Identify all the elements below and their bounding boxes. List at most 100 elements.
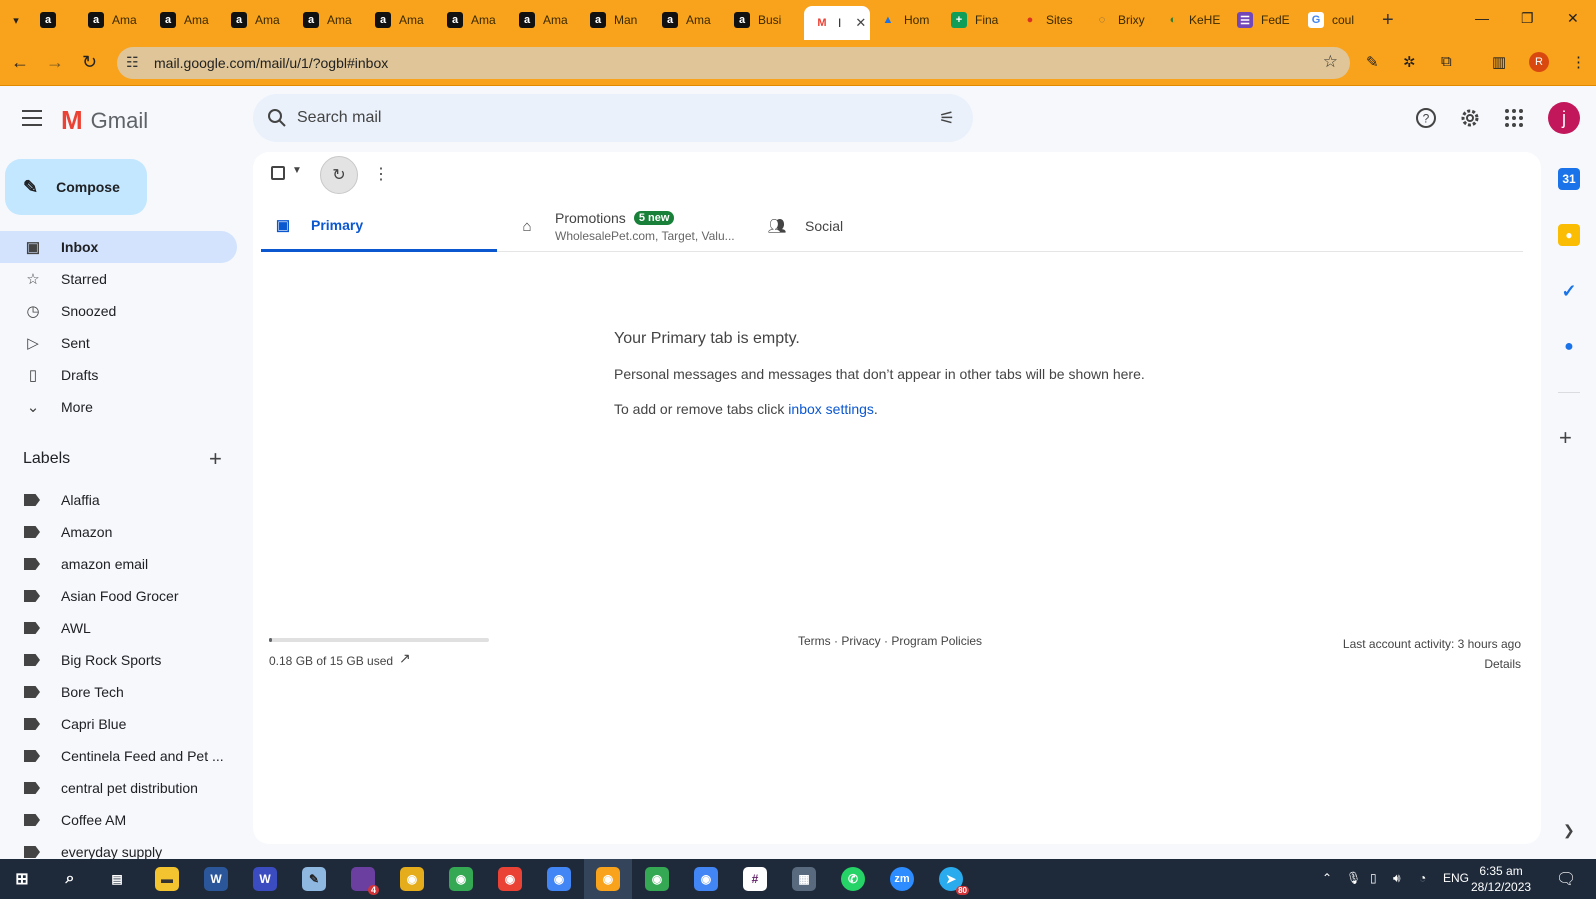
- refresh-icon[interactable]: ↻: [320, 156, 358, 194]
- browser-tab[interactable]: a Ama: [652, 6, 722, 34]
- label-item[interactable]: amazon email: [0, 548, 237, 580]
- browser-menu-icon[interactable]: ⋮: [1571, 53, 1586, 71]
- settings-gear-icon[interactable]: [1458, 106, 1482, 130]
- reload-icon[interactable]: ↻: [82, 52, 97, 73]
- chrome-icon[interactable]: ◉: [449, 867, 473, 891]
- notifications-icon[interactable]: 🗨︎: [1556, 869, 1576, 889]
- privacy-link[interactable]: Privacy: [841, 634, 880, 648]
- chrome-icon[interactable]: ◉: [547, 867, 571, 891]
- label-item[interactable]: Asian Food Grocer: [0, 580, 237, 612]
- microphone-icon[interactable]: 🎙︎: [1346, 871, 1361, 885]
- chrome-icon[interactable]: ◉: [400, 867, 424, 891]
- label-item[interactable]: Coffee AM: [0, 804, 237, 836]
- browser-tab[interactable]: a Ama: [365, 6, 435, 34]
- app-icon[interactable]: ✎: [302, 867, 326, 891]
- search-icon[interactable]: [265, 106, 289, 130]
- chrome-icon[interactable]: ◉: [694, 867, 718, 891]
- sidebar-item-drafts[interactable]: ▯ Drafts: [0, 359, 237, 391]
- wifi-icon[interactable]: ◔: [1419, 871, 1426, 885]
- side-panel-icon[interactable]: ▥: [1492, 53, 1506, 71]
- task-view-icon[interactable]: ▤: [105, 867, 129, 891]
- keep-icon[interactable]: ●: [1558, 224, 1580, 246]
- telegram-icon[interactable]: ➤ 80: [939, 867, 969, 895]
- language-indicator[interactable]: ENG: [1443, 871, 1469, 885]
- browser-tab[interactable]: a: [30, 6, 74, 34]
- label-item[interactable]: Amazon: [0, 516, 237, 548]
- whatsapp-icon[interactable]: ✆: [841, 867, 865, 891]
- calendar-icon[interactable]: 31: [1558, 168, 1580, 190]
- compose-button[interactable]: ✎ Compose: [5, 159, 147, 215]
- battery-icon[interactable]: ▯: [1370, 871, 1377, 885]
- url-text[interactable]: mail.google.com/mail/u/1/?ogbl#inbox: [154, 55, 388, 71]
- program-policies-link[interactable]: Program Policies: [891, 634, 982, 648]
- tab-search-button[interactable]: ▾: [4, 9, 28, 31]
- extension-icon[interactable]: ✲: [1403, 53, 1416, 71]
- browser-tab[interactable]: a Ama: [293, 6, 363, 34]
- extensions-puzzle-icon[interactable]: ⧉: [1441, 53, 1452, 70]
- browser-tab[interactable]: a Ama: [78, 6, 148, 34]
- label-item[interactable]: Bore Tech: [0, 676, 237, 708]
- select-dropdown-icon[interactable]: ▼: [292, 165, 302, 176]
- browser-tab[interactable]: Gcoul: [1298, 6, 1368, 34]
- contacts-icon[interactable]: ●: [1558, 336, 1580, 358]
- app-icon[interactable]: W: [253, 867, 277, 891]
- inbox-settings-link[interactable]: inbox settings: [788, 401, 874, 417]
- system-clock[interactable]: 6:35 am 28/12/2023: [1471, 863, 1531, 895]
- browser-tab[interactable]: ▲ Hom: [870, 6, 940, 34]
- close-window-button[interactable]: ✕: [1567, 10, 1579, 27]
- chrome-icon[interactable]: ◉: [645, 867, 669, 891]
- help-icon[interactable]: ?: [1414, 106, 1438, 130]
- volume-icon[interactable]: 🔊︎: [1393, 871, 1401, 886]
- site-info-icon[interactable]: ☷: [126, 54, 139, 71]
- browser-tab[interactable]: ☰ FedE: [1227, 6, 1297, 34]
- close-tab-icon[interactable]: ✕: [855, 15, 866, 31]
- browser-tab[interactable]: a Busi: [724, 6, 794, 34]
- tab-social[interactable]: 👥︎ Social: [767, 200, 1003, 252]
- label-item[interactable]: Alaffia: [0, 484, 237, 516]
- label-item[interactable]: Capri Blue: [0, 708, 237, 740]
- slack-icon[interactable]: #: [743, 867, 767, 891]
- sidebar-item-sent[interactable]: ▷ Sent: [0, 327, 237, 359]
- tab-primary[interactable]: ▣ Primary: [261, 200, 497, 252]
- external-link-icon[interactable]: ↗: [399, 650, 411, 667]
- terms-link[interactable]: Terms: [798, 634, 831, 648]
- browser-tab[interactable]: a Ama: [509, 6, 579, 34]
- sidebar-item-starred[interactable]: ☆ Starred: [0, 263, 237, 295]
- back-button[interactable]: ←: [11, 52, 29, 73]
- chevron-right-icon[interactable]: ❯: [1563, 822, 1575, 839]
- chrome-icon[interactable]: ◉: [498, 867, 522, 891]
- word-icon[interactable]: W: [204, 867, 228, 891]
- search-icon[interactable]: ⌕: [58, 867, 82, 891]
- browser-tab[interactable]: + Fina: [941, 6, 1011, 34]
- label-item[interactable]: AWL: [0, 612, 237, 644]
- browser-tab[interactable]: a Ama: [437, 6, 507, 34]
- minimize-button[interactable]: —: [1475, 10, 1489, 26]
- create-label-icon[interactable]: +: [209, 446, 222, 472]
- get-addons-icon[interactable]: +: [1559, 425, 1572, 451]
- apps-grid-icon[interactable]: [1502, 106, 1526, 130]
- browser-tab[interactable]: a Man: [580, 6, 650, 34]
- windows-start-icon[interactable]: ⊞: [10, 867, 34, 891]
- account-avatar[interactable]: j: [1548, 102, 1580, 134]
- search-options-icon[interactable]: ⚟: [939, 108, 955, 129]
- browser-tab[interactable]: ● Sites: [1012, 6, 1082, 34]
- details-link[interactable]: Details: [1343, 654, 1521, 674]
- new-tab-button[interactable]: +: [1382, 9, 1394, 32]
- sidebar-item-snoozed[interactable]: ◷ Snoozed: [0, 295, 237, 327]
- label-item[interactable]: central pet distribution: [0, 772, 237, 804]
- bookmark-star-icon[interactable]: ☆: [1323, 52, 1338, 72]
- main-menu-icon[interactable]: [22, 110, 42, 126]
- zoom-icon[interactable]: zm: [890, 867, 914, 891]
- sidebar-item-more[interactable]: ⌄ More: [0, 391, 237, 423]
- sidebar-item-inbox[interactable]: ▣ Inbox: [0, 231, 237, 263]
- browser-profile-avatar[interactable]: R: [1529, 52, 1549, 72]
- tray-overflow-icon[interactable]: ⌃: [1322, 871, 1332, 885]
- browser-tab[interactable]: a Ama: [150, 6, 220, 34]
- browser-tab[interactable]: ◐ KeHE: [1155, 6, 1225, 34]
- select-all-checkbox[interactable]: [271, 166, 285, 180]
- tab-promotions[interactable]: ⌂ Promotions 5 new WholesalePet.com, Tar…: [517, 200, 753, 252]
- chrome-icon[interactable]: ◉: [596, 867, 620, 891]
- forward-button[interactable]: →: [46, 52, 64, 73]
- calculator-icon[interactable]: ▦: [792, 867, 816, 891]
- extension-icon[interactable]: ✎: [1366, 53, 1379, 71]
